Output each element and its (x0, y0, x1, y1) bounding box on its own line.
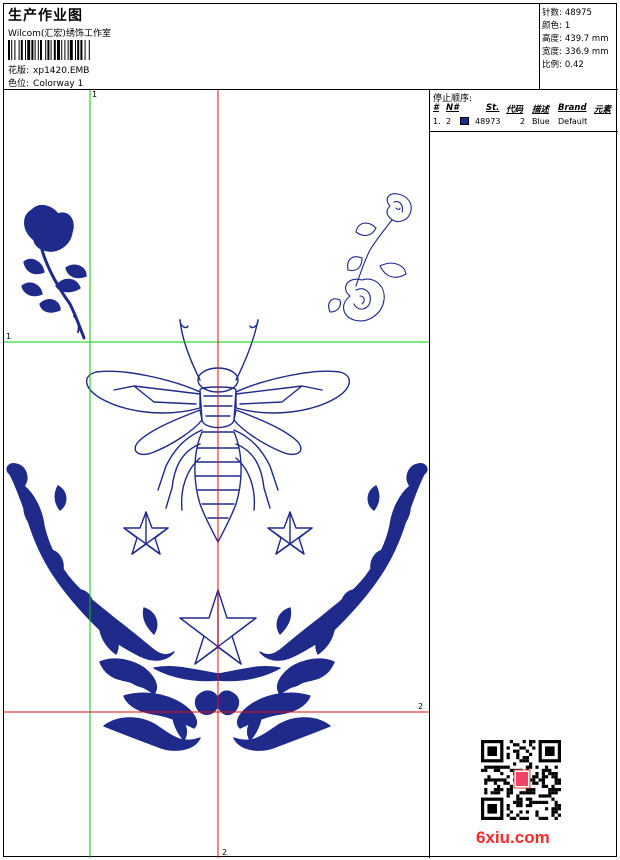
header-info: 生产作业图 Wilcom(汇宏)绣饰工作室 花版: xp1420.EMB 色位: C… (4, 4, 540, 90)
guide-label-left-green: 1 (6, 332, 12, 341)
guide-label-top-green: 1 (92, 90, 98, 99)
barcode (8, 40, 90, 60)
stop-sequence-table: 停止顺序: # N# St. 代码 描述 Brand 元素 1. 2 48973… (430, 90, 618, 132)
col-header-code: 代码 (506, 105, 524, 115)
row-description: Blue (532, 117, 550, 126)
stat-width: 宽度: 336.9 mm (542, 47, 609, 57)
embroidery-artwork (4, 90, 429, 858)
colorway-line: 色位: Colorway 1 (8, 76, 83, 89)
scroll-left-icon (6, 462, 175, 688)
col-header-description: 描述 (532, 105, 550, 115)
design-preview: 1 1 2 2 (4, 90, 430, 858)
stat-scale: 比例: 0.42 (542, 60, 584, 70)
header: 生产作业图 Wilcom(汇宏)绣饰工作室 花版: xp1420.EMB 色位: C… (4, 4, 618, 90)
row-index: 1. (433, 117, 441, 126)
guide-lines (4, 90, 429, 858)
row-needle: 2 (446, 117, 452, 126)
col-header-brand: Brand (558, 103, 587, 113)
col-header-index: # (433, 103, 439, 113)
document-title: 生产作业图 (8, 8, 83, 24)
scroll-right-icon (259, 462, 428, 688)
flourish-bottom-icon (99, 658, 335, 751)
design-label: 花版: (8, 66, 30, 76)
row-stitches: 48973 (475, 117, 501, 126)
design-stats: 针数: 48975 颜色: 1 高度: 439.7 mm 宽度: 336.9 mm 比例… (540, 4, 618, 90)
colorway-value: Colorway 1 (33, 79, 84, 89)
rose-left-icon (21, 204, 87, 340)
thread-color-swatch (460, 117, 469, 125)
colorway-label: 色位: (8, 79, 30, 89)
rose-right-icon (328, 193, 412, 322)
qr-code (481, 740, 561, 820)
company-name: Wilcom(汇宏)绣饰工作室 (8, 29, 111, 39)
worksheet: 生产作业图 Wilcom(汇宏)绣饰工作室 花版: xp1420.EMB 色位: C… (3, 3, 618, 858)
star-right-icon (267, 511, 313, 555)
row-code: 2 (520, 117, 526, 126)
stat-stitches: 针数: 48975 (542, 8, 592, 18)
guide-label-bottom-red: 2 (222, 848, 228, 857)
design-file-line: 花版: xp1420.EMB (8, 63, 89, 76)
stat-colors: 颜色: 1 (542, 21, 571, 31)
row-brand: Default (558, 117, 588, 126)
stat-height: 高度: 439.7 mm (542, 34, 609, 44)
design-value: xp1420.EMB (33, 66, 90, 76)
star-left-icon (123, 511, 169, 555)
guide-label-right-red: 2 (418, 702, 424, 711)
col-header-element: 元素 (594, 105, 612, 115)
col-header-needle: N# (446, 103, 460, 113)
col-header-stitches: St. (486, 103, 500, 113)
watermark-logo: 6xiu.com (476, 828, 550, 847)
